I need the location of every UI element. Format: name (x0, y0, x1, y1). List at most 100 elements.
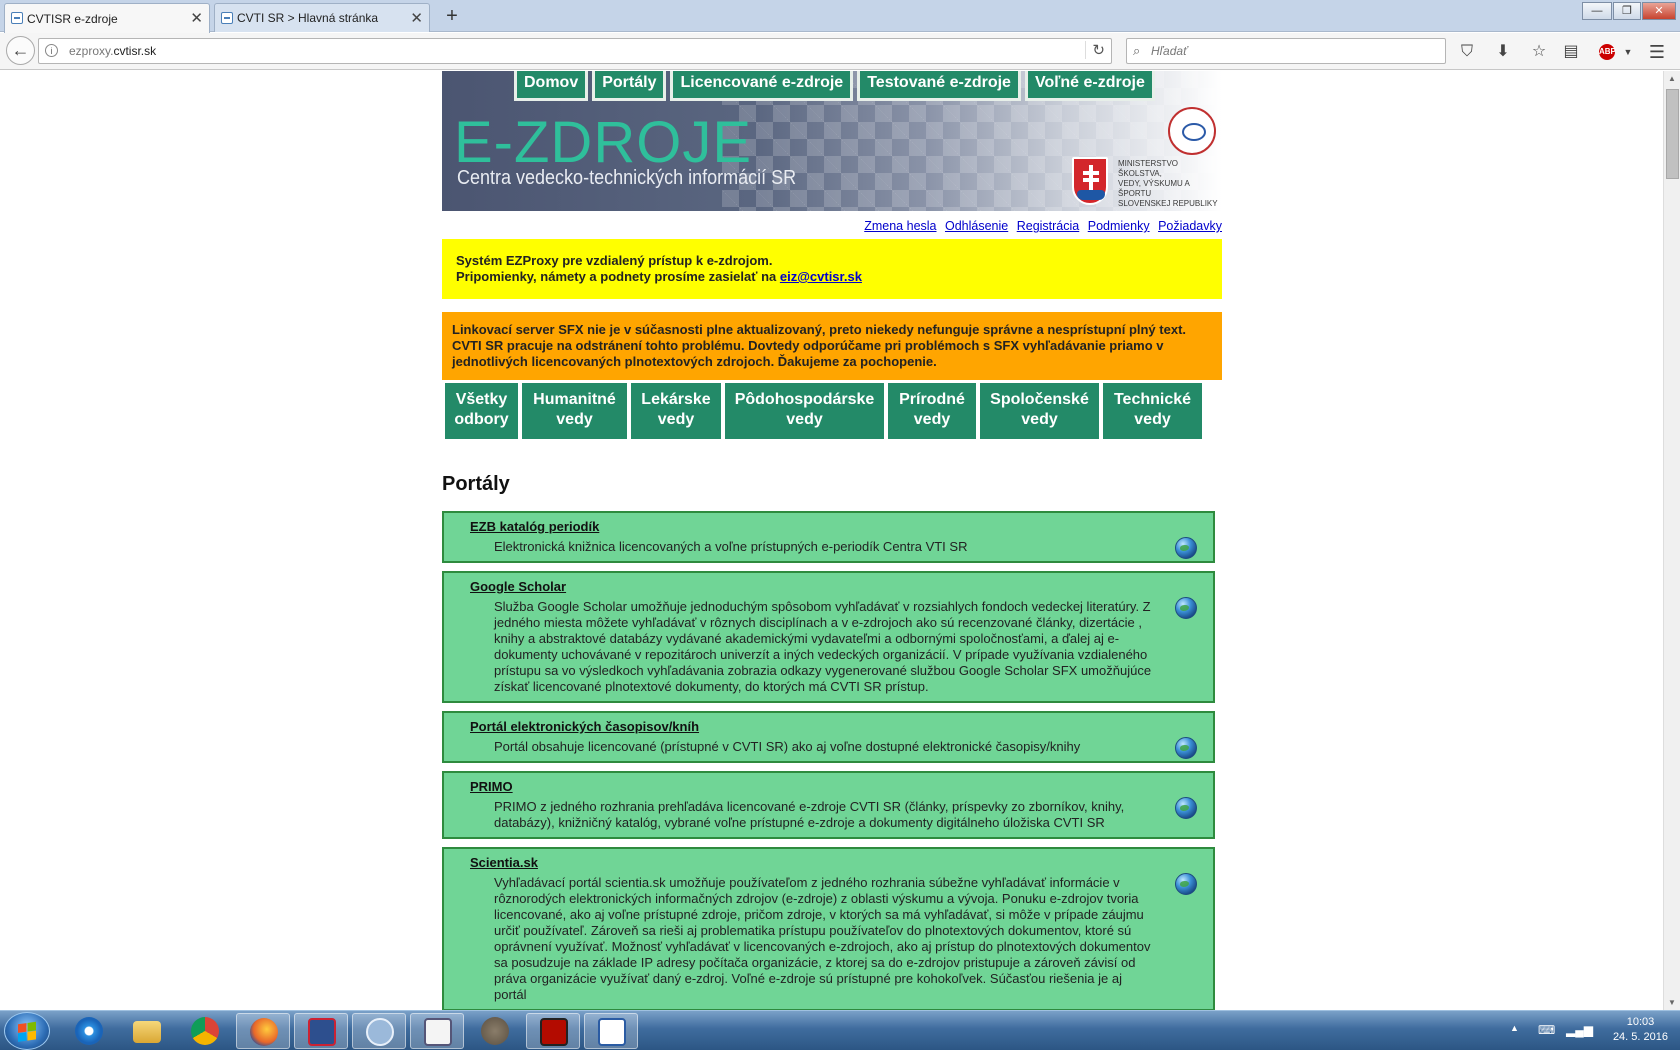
nav-volne[interactable]: Voľné e-zdroje (1024, 71, 1155, 101)
taskbar-chrome[interactable] (178, 1013, 232, 1049)
portal-card-ezb: EZB katalóg periodík Elektronická knižni… (442, 511, 1215, 563)
page-favicon-icon (11, 12, 23, 24)
folder-icon (133, 1021, 161, 1043)
chevron-down-icon[interactable]: ▼ (1617, 41, 1639, 63)
network-icon[interactable]: ▂▄▆ (1566, 1023, 1593, 1037)
taskbar-file-explorer[interactable] (120, 1013, 174, 1049)
portal-card-google-scholar: Google Scholar Služba Google Scholar umo… (442, 571, 1215, 703)
close-icon[interactable]: ✕ (410, 9, 423, 27)
minimize-button[interactable]: — (1582, 2, 1612, 20)
page-favicon-icon (221, 12, 233, 24)
adblock-plus-icon[interactable]: ABP (1599, 44, 1616, 60)
writer-icon (598, 1018, 626, 1046)
site-banner: E-ZDROJE Centra vedecko-technických info… (442, 71, 1222, 211)
portal-title-link[interactable]: Scientia.sk (470, 855, 538, 870)
window-close-button[interactable]: ✕ (1642, 2, 1676, 20)
cvti-seal-logo (1168, 107, 1216, 155)
close-icon[interactable]: ✕ (190, 9, 203, 27)
reload-icon[interactable]: ↻ (1085, 41, 1105, 59)
ezproxy-notice: Systém EZProxy pre vzdialený prístup k e… (442, 239, 1222, 299)
taskbar-gimp[interactable] (468, 1013, 522, 1049)
qbittorrent-icon (366, 1018, 394, 1046)
nav-licencovane[interactable]: Licencované e-zdroje (670, 71, 854, 101)
portal-title-link[interactable]: PRIMO (470, 779, 513, 794)
search-icon: ⌕ (1133, 43, 1141, 58)
slovak-coat-of-arms-icon (1072, 157, 1108, 205)
document-icon (424, 1018, 452, 1046)
subject-podohospodarske-vedy[interactable]: Pôdohospodárske vedy (725, 383, 884, 439)
scroll-down-icon[interactable]: ▼ (1668, 998, 1676, 1007)
account-links: Zmena hesla Odhlásenie Registrácia Podmi… (442, 219, 1222, 233)
taskbar-save-app[interactable] (294, 1013, 348, 1049)
nav-testovane[interactable]: Testované e-zdroje (857, 71, 1021, 101)
nav-domov[interactable]: Domov (514, 71, 589, 101)
scroll-up-icon[interactable]: ▲ (1668, 74, 1676, 83)
taskbar-writer[interactable] (584, 1013, 638, 1049)
system-tray: ▲ ⌨ ▂▄▆ 10:03 24. 5. 2016 (1410, 1011, 1680, 1051)
windows-logo-icon (18, 1021, 36, 1043)
link-registracia[interactable]: Registrácia (1017, 219, 1080, 233)
bookmark-star-icon[interactable]: ☆ (1528, 41, 1550, 63)
bookmarks-list-icon[interactable]: ▤ (1560, 41, 1582, 63)
search-input[interactable]: ⌕ Hľadať (1126, 38, 1446, 64)
link-zmena-hesla[interactable]: Zmena hesla (864, 219, 936, 233)
contact-email-link[interactable]: eiz@cvtisr.sk (780, 269, 862, 284)
system-clock[interactable]: 10:03 24. 5. 2016 (1613, 1015, 1668, 1045)
back-button[interactable]: ← (6, 36, 35, 65)
taskbar-acrobat[interactable] (526, 1013, 580, 1049)
globe-icon[interactable] (1175, 873, 1197, 895)
show-hidden-icons-icon[interactable]: ▲ (1510, 1023, 1519, 1033)
tab-cvtisr-ezdroje[interactable]: CVTISR e-zdroje ✕ (4, 3, 210, 33)
vertical-scrollbar[interactable]: ▲ ▼ (1663, 71, 1680, 1010)
portal-title-link[interactable]: Google Scholar (470, 579, 566, 594)
maximize-button[interactable]: ❐ (1613, 2, 1641, 20)
taskbar-qbittorrent[interactable] (352, 1013, 406, 1049)
page-viewport: E-ZDROJE Centra vedecko-technických info… (0, 71, 1663, 1010)
globe-icon[interactable] (1175, 537, 1197, 559)
subject-technicke-vedy[interactable]: Technické vedy (1103, 383, 1202, 439)
keyboard-icon[interactable]: ⌨ (1538, 1023, 1555, 1037)
tab-cvti-hlavna[interactable]: CVTI SR > Hlavná stránka ✕ (214, 3, 430, 32)
taskbar-internet-explorer[interactable] (62, 1013, 116, 1049)
portal-title-link[interactable]: EZB katalóg periodík (470, 519, 599, 534)
site-title: E-ZDROJE (454, 110, 752, 175)
subject-humanitne-vedy[interactable]: Humanitné vedy (522, 383, 627, 439)
hamburger-menu-icon[interactable]: ☰ (1646, 41, 1668, 63)
download-icon[interactable]: ⬇ (1492, 41, 1514, 63)
portal-title-link[interactable]: Portál elektronických časopisov/kníh (470, 719, 699, 734)
page-content: E-ZDROJE Centra vedecko-technických info… (442, 71, 1222, 1010)
link-podmienky[interactable]: Podmienky (1088, 219, 1150, 233)
link-odhlasenie[interactable]: Odhlásenie (945, 219, 1008, 233)
url-text: ezproxy.cvtisr.sk (69, 44, 157, 58)
portal-description: Elektronická knižnica licencovaných a vo… (494, 539, 968, 554)
url-bar[interactable]: i ezproxy.cvtisr.sk ↻ (38, 38, 1112, 64)
link-poziadavky[interactable]: Požiadavky (1158, 219, 1222, 233)
firefox-icon (250, 1018, 278, 1046)
taskbar-firefox[interactable] (236, 1013, 290, 1049)
subject-vsetky-odbory[interactable]: Všetky odbory (445, 383, 518, 439)
globe-icon[interactable] (1175, 797, 1197, 819)
chrome-icon (191, 1017, 219, 1045)
start-button[interactable] (4, 1012, 50, 1050)
site-info-icon[interactable]: i (45, 44, 58, 57)
portal-description: PRIMO z jedného rozhrania prehľadáva lic… (494, 799, 1125, 830)
globe-icon[interactable] (1175, 737, 1197, 759)
ministry-logo-text: Ministerstvo školstva, vedy, výskumu a š… (1118, 159, 1218, 208)
subject-spolocenske-vedy[interactable]: Spoločenské vedy (980, 383, 1099, 439)
nav-portaly[interactable]: Portály (592, 71, 667, 101)
top-navigation: Domov Portály Licencované e-zdroje Testo… (514, 71, 1155, 101)
site-subtitle: Centra vedecko-technických informácií SR (457, 167, 797, 189)
taskbar-document-app[interactable] (410, 1013, 464, 1049)
tab-label: CVTI SR > Hlavná stránka (237, 11, 379, 25)
new-tab-button[interactable]: + (442, 4, 462, 28)
subject-lekarske-vedy[interactable]: Lekárske vedy (631, 383, 721, 439)
globe-icon[interactable] (1175, 597, 1197, 619)
pocket-icon[interactable]: ⛉ (1456, 41, 1478, 63)
search-placeholder: Hľadať (1151, 44, 1188, 58)
subject-prirodne-vedy[interactable]: Prírodné vedy (888, 383, 976, 439)
tab-label: CVTISR e-zdroje (27, 11, 118, 26)
internet-explorer-icon (75, 1017, 103, 1045)
portal-card-scientia: Scientia.sk Vyhľadávací portál scientia.… (442, 847, 1215, 1010)
scrollbar-thumb[interactable] (1666, 89, 1679, 179)
portal-description: Portál obsahuje licencované (prístupné v… (494, 739, 1081, 754)
